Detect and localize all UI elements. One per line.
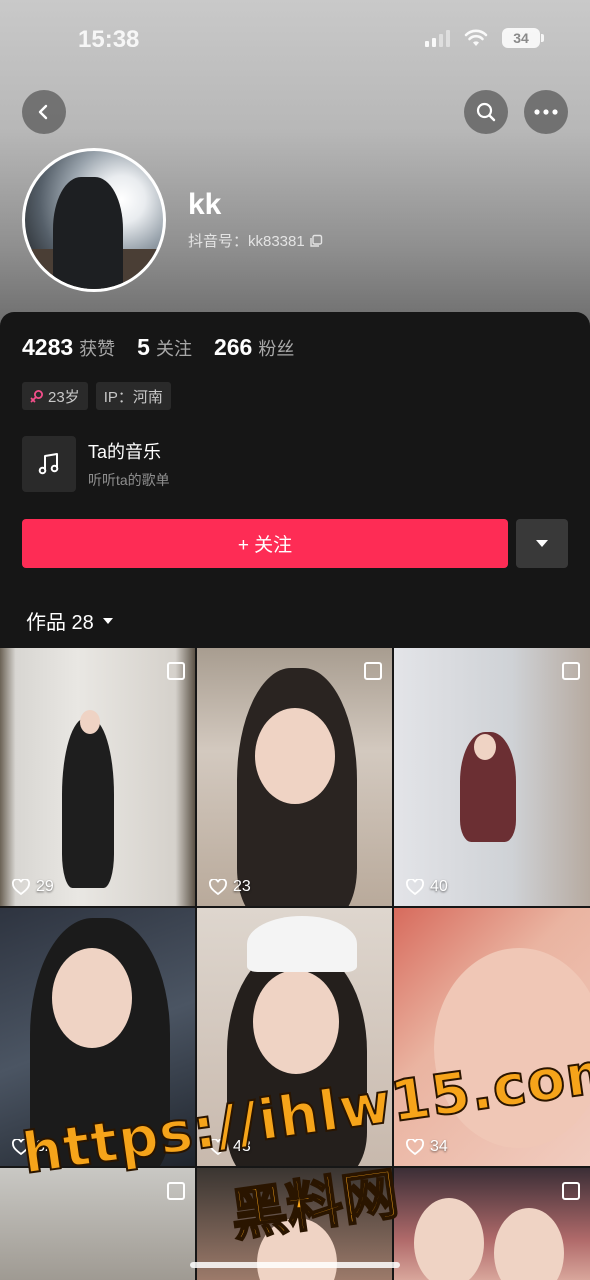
stat-label: 获赞	[79, 339, 116, 359]
video-thumbnail[interactable]	[394, 1168, 590, 1280]
like-count-text: 34	[430, 1138, 448, 1155]
music-icon-box	[22, 436, 76, 492]
avatar-figure	[53, 177, 123, 289]
like-count: 40	[406, 878, 448, 896]
heart-icon	[209, 1139, 227, 1155]
stat-label: 粉丝	[258, 339, 295, 359]
video-thumbnail[interactable]: 43	[197, 908, 392, 1166]
like-count-text: 32	[36, 1138, 54, 1155]
douyin-id-text: 抖音号：kk83381	[188, 233, 305, 250]
search-icon	[476, 102, 496, 122]
copy-icon[interactable]	[309, 234, 323, 248]
caret-down-icon	[536, 540, 548, 547]
stat-num: 266	[213, 334, 253, 360]
search-button[interactable]	[464, 90, 508, 134]
like-count: 43	[209, 1138, 251, 1156]
music-note-icon	[38, 453, 59, 475]
more-button[interactable]	[524, 90, 568, 134]
back-icon	[38, 104, 48, 120]
music-entry[interactable]: Ta的音乐 听听ta的歌单	[22, 436, 170, 492]
home-indicator[interactable]	[190, 1262, 400, 1268]
multi-image-icon	[562, 662, 580, 680]
stat-followers[interactable]: 266 粉丝	[214, 334, 294, 361]
stat-label: 关注	[155, 339, 192, 359]
like-count-text: 43	[233, 1138, 251, 1155]
stats-row: 4283 获赞 5 关注 266 粉丝	[22, 334, 294, 361]
username: kk	[188, 188, 222, 221]
profile-content: 4283 获赞 5 关注 266 粉丝 23岁 IP：河南 Ta的音乐 听听ta的歌单…	[0, 312, 590, 1280]
video-thumbnail[interactable]: 32	[0, 908, 195, 1166]
stat-following[interactable]: 5 关注	[137, 334, 192, 361]
status-icons: 34	[425, 28, 544, 48]
wifi-icon	[464, 29, 488, 46]
video-thumbnail[interactable]: 34	[394, 908, 590, 1166]
like-count-text: 23	[233, 878, 251, 895]
avatar[interactable]	[22, 148, 166, 292]
follow-button[interactable]: + 关注	[22, 519, 508, 568]
like-count: 34	[406, 1138, 448, 1156]
more-icon	[534, 109, 558, 115]
video-thumbnail[interactable]: 40	[394, 648, 590, 906]
like-count-text: 40	[430, 878, 448, 895]
music-text: Ta的音乐 听听ta的歌单	[88, 438, 170, 490]
status-time: 15:38	[78, 26, 140, 53]
heart-icon	[12, 1139, 30, 1155]
ip-text: IP：河南	[103, 388, 163, 406]
music-title: Ta的音乐	[88, 442, 162, 462]
video-thumbnail[interactable]: 23	[197, 648, 392, 906]
signal-icon	[425, 29, 450, 47]
multi-image-icon	[167, 1182, 185, 1200]
like-count-text: 29	[36, 878, 54, 895]
video-thumbnail[interactable]	[0, 1168, 195, 1280]
like-count: 23	[209, 878, 251, 896]
multi-image-icon	[562, 1182, 580, 1200]
works-tab-label: 作品 28	[26, 612, 94, 634]
video-thumbnail[interactable]: 29	[0, 648, 195, 906]
status-bar: 15:38 34	[0, 0, 590, 80]
ip-tag: IP：河南	[95, 382, 171, 410]
multi-image-icon	[364, 662, 382, 680]
multi-image-icon	[167, 662, 185, 680]
age-tag: 23岁	[22, 382, 88, 410]
female-icon	[30, 390, 43, 403]
stat-likes[interactable]: 4283 获赞	[22, 334, 115, 361]
music-subtitle: 听听ta的歌单	[88, 472, 170, 488]
heart-icon	[406, 1139, 424, 1155]
back-button[interactable]	[22, 90, 66, 134]
profile-tags: 23岁 IP：河南	[22, 382, 171, 410]
like-count: 32	[12, 1138, 54, 1156]
tab-works[interactable]: 作品 28	[26, 606, 114, 635]
like-count: 29	[12, 878, 54, 896]
stat-num: 4283	[22, 334, 74, 360]
heart-icon	[406, 879, 424, 895]
heart-icon	[12, 879, 30, 895]
recommend-dropdown-button[interactable]	[516, 519, 568, 568]
age-text: 23岁	[48, 388, 80, 406]
battery-indicator: 34	[502, 28, 544, 48]
stat-num: 5	[137, 334, 150, 360]
caret-down-icon	[102, 617, 113, 624]
heart-icon	[209, 879, 227, 895]
douyin-id[interactable]: 抖音号：kk83381	[188, 230, 323, 251]
works-grid: 29 23 40 32 43 34	[0, 648, 590, 1280]
